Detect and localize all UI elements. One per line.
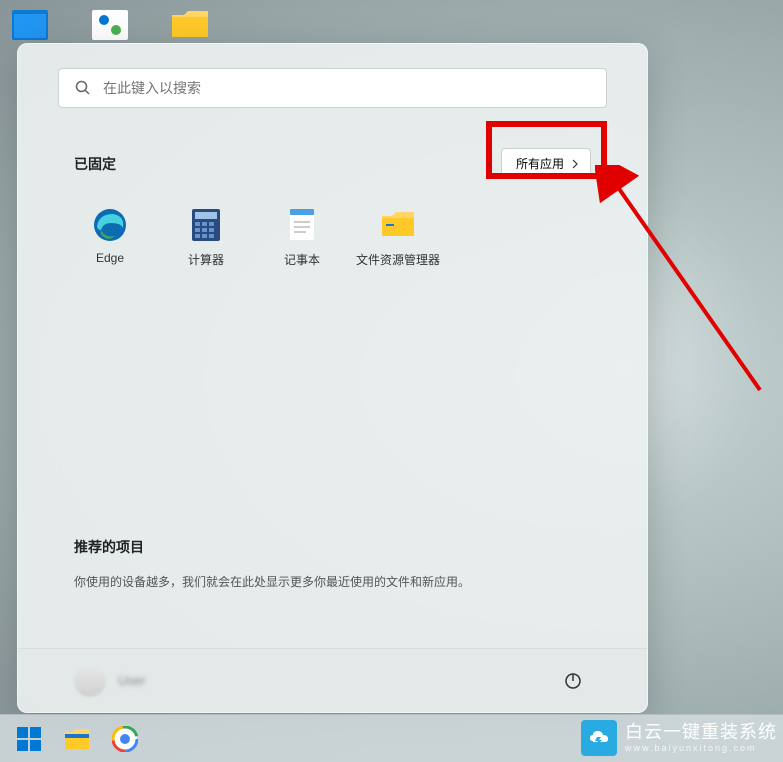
pinned-app-edge[interactable]: Edge (62, 199, 158, 276)
windows-icon (16, 726, 42, 752)
desktop-icon-control[interactable] (85, 5, 135, 45)
notepad-icon (284, 207, 320, 243)
pinned-label: Edge (96, 251, 124, 265)
user-avatar-icon (74, 665, 106, 697)
pinned-label: 记事本 (284, 251, 320, 268)
watermark-icon (581, 720, 617, 756)
start-menu-panel: 已固定 所有应用 Edge 计算器 记事本 (17, 43, 648, 713)
desktop-icon-folder[interactable] (165, 5, 215, 45)
pinned-label: 文件资源管理器 (356, 251, 440, 268)
desktop-icons-area (5, 5, 215, 45)
recommended-text: 你使用的设备越多，我们就会在此处显示更多你最近使用的文件和新应用。 (74, 573, 591, 592)
folder-icon (380, 207, 416, 243)
search-icon (75, 80, 91, 96)
search-box[interactable] (58, 68, 607, 108)
user-profile[interactable]: User (74, 665, 145, 697)
pinned-header: 已固定 所有应用 (18, 148, 647, 179)
start-footer: User (18, 648, 647, 712)
all-apps-label: 所有应用 (516, 155, 564, 172)
calculator-icon (188, 207, 224, 243)
pinned-title: 已固定 (74, 154, 116, 174)
chevron-right-icon (570, 159, 580, 169)
desktop-icon-recycle[interactable] (5, 5, 55, 45)
folder-icon (63, 727, 91, 751)
all-apps-button[interactable]: 所有应用 (501, 148, 591, 179)
watermark: 白云一键重装系统 www.baiyunxitong.com (581, 720, 777, 756)
edge-icon (92, 207, 128, 243)
pinned-app-notepad[interactable]: 记事本 (254, 199, 350, 276)
taskbar-explorer[interactable] (56, 719, 98, 759)
watermark-text: 白云一键重装系统 www.baiyunxitong.com (625, 722, 777, 754)
user-name: User (118, 673, 145, 688)
power-icon (564, 672, 582, 690)
recommended-section: 推荐的项目 你使用的设备越多，我们就会在此处显示更多你最近使用的文件和新应用。 (18, 537, 647, 592)
pinned-app-explorer[interactable]: 文件资源管理器 (350, 199, 446, 276)
browser-icon (112, 726, 138, 752)
power-button[interactable] (555, 663, 591, 699)
taskbar-browser[interactable] (104, 719, 146, 759)
pinned-apps-grid: Edge 计算器 记事本 文件资源管理器 (18, 199, 647, 276)
pinned-app-calculator[interactable]: 计算器 (158, 199, 254, 276)
recommended-title: 推荐的项目 (74, 537, 591, 557)
pinned-label: 计算器 (188, 251, 224, 268)
start-button[interactable] (8, 719, 50, 759)
watermark-sub: www.baiyunxitong.com (625, 743, 777, 754)
watermark-main: 白云一键重装系统 (625, 722, 777, 744)
search-input[interactable] (103, 80, 590, 96)
